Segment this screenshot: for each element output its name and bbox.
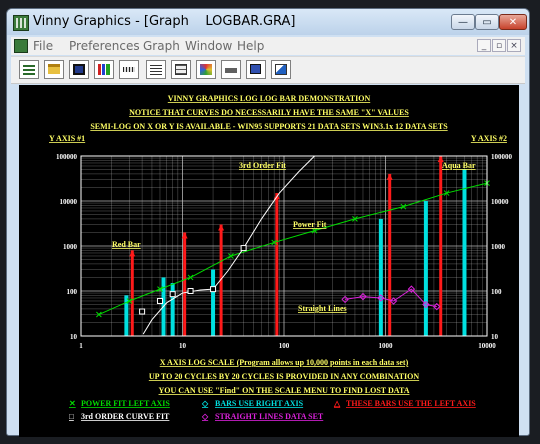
annotation-3rd-order-fit: 3rd Order Fit [239,161,286,170]
legend-marker-bars-left: △ [333,399,341,408]
annotation-aqua-bar: Aqua Bar [442,161,476,170]
child-close-icon[interactable]: × [507,39,521,52]
y-left-tick-label: 100 [67,288,78,296]
x-tick-label: 10000 [478,342,496,350]
legend-label-straight-lines: STRAIGHT LINES DATA SET [215,412,324,421]
x-tick-label: 1 [79,342,83,350]
y-left-tick-label: 100000 [56,153,78,161]
ruler-icon[interactable] [119,60,139,79]
menu-preferences[interactable]: Preferences [69,39,140,53]
x-axis-title-line-2: UP TO 20 CYCLES BY 20 CYCLES IS PROVIDED… [149,372,420,381]
bar-left-axis [130,250,134,336]
windows-icon[interactable] [271,60,291,79]
chart-title-line-2: NOTICE THAT CURVES DO NECESSARILY HAVE T… [129,108,409,117]
x-axis-title-line-3: YOU CAN USE "Find" ON THE SCALE MENU TO … [159,386,410,395]
x-tick-label: 10 [179,342,187,350]
save-icon[interactable] [69,60,89,79]
bar-right-axis [211,269,216,336]
open-folder-icon[interactable] [44,60,64,79]
y-left-tick-label: 1000 [63,243,78,251]
annotation-power-fit: Power Fit [293,220,327,229]
spreadsheet-icon[interactable] [19,60,39,79]
legend-label-curve-fit: 3rd ORDER CURVE FIT [81,412,170,421]
x-axis-title-line-1: X AXIS LOG SCALE (Program allows up 10,0… [160,358,409,367]
copy-icon[interactable] [246,60,266,79]
series-lines [96,155,490,335]
palette-icon[interactable] [196,60,216,79]
y-right-tick-label: 100000 [491,153,513,161]
bar-left-axis [183,232,187,336]
bar-left-axis [275,193,279,336]
title-bar[interactable]: Vinny Graphics - [Graph LOGBAR.GRA] — ▭ … [7,9,529,35]
bar-chart-icon[interactable] [94,60,114,79]
legend-label-bars-right: BARS USE RIGHT AXIS [215,399,304,408]
app-window: Vinny Graphics - [Graph LOGBAR.GRA] — ▭ … [6,8,530,437]
menu-bar: File Preferences Graph Window Help _ ▫ × [11,37,525,55]
bar-right-axis [462,169,467,336]
bar-right-axis [378,218,383,336]
minimize-icon[interactable]: — [451,14,475,30]
legend-marker-power-fit: ✕ [69,399,76,408]
curve-fit-line [142,155,315,335]
y-right-tick-label: 1000 [491,243,506,251]
window-title: Vinny Graphics - [Graph LOGBAR.GRA] [33,14,296,29]
legend-marker-bars-right: ◇ [201,399,209,408]
close-icon[interactable]: ✕ [499,14,527,30]
power-fit-line [98,182,488,315]
bar-left-axis-marker [218,224,225,231]
y-right-tick-label: 10 [491,333,499,341]
menu-help[interactable]: Help [237,39,264,53]
graph-view: VINNY GRAPHICS LOG LOG BAR DEMONSTRATION… [19,85,519,437]
table-icon[interactable] [171,60,191,79]
curve-fit-point [139,308,146,315]
legend-label-bars-left: THESE BARS USE THE LEFT AXIS [346,399,476,408]
curve-fit-point [187,288,194,294]
print-icon[interactable] [221,60,241,79]
menu-window[interactable]: Window [185,39,232,53]
y-axis-left-title: Y AXIS #1 [49,134,85,143]
curve-fit-point [156,297,163,304]
bar-left-axis-marker [129,250,136,257]
child-minimize-icon[interactable]: _ [477,39,491,52]
annotation-red-bar: Red Bar [112,240,141,249]
y-right-tick-label: 100 [491,288,502,296]
bar-left-axis [388,173,392,336]
document-icon[interactable] [14,39,28,53]
toolbar [11,56,525,84]
chart-title-line-1: VINNY GRAPHICS LOG LOG BAR DEMONSTRATION [168,94,371,103]
legend-marker-straight-lines: ◇ [201,412,209,421]
x-tick-label: 100 [279,342,290,350]
legend-marker-curve-fit: □ [69,412,74,421]
menu-file[interactable]: File [33,39,53,53]
grid-icon[interactable] [146,60,166,79]
curve-fit-point [169,291,176,298]
y-right-tick-label: 10000 [491,198,509,206]
annotation-straight-lines: Straight Lines [298,304,347,313]
legend-label-power-fit: POWER FIT LEFT AXIS [81,399,170,408]
curve-fit-point [240,245,247,252]
menu-graph[interactable]: Graph [143,39,180,53]
x-tick-label: 1000 [379,342,394,350]
legend: ✕ POWER FIT LEFT AXIS ◇ BARS USE RIGHT A… [69,399,476,421]
bar-right-axis [170,283,175,336]
bar-right-axis [423,201,428,336]
child-restore-icon[interactable]: ▫ [492,39,506,52]
app-icon [13,15,29,31]
curve-fit-point [210,286,217,293]
chart-title-line-3: SEMI-LOG ON X OR Y IS AVAILABLE - WIN95 … [90,122,448,131]
bar-left-axis-marker [386,173,393,180]
log-bar-chart: VINNY GRAPHICS LOG LOG BAR DEMONSTRATION… [49,94,513,421]
bar-left-axis [439,156,443,336]
y-left-tick-label: 10000 [60,198,78,206]
maximize-icon[interactable]: ▭ [475,14,499,30]
y-axis-right-title: Y AXIS #2 [471,134,507,143]
y-left-tick-label: 10 [70,333,78,341]
